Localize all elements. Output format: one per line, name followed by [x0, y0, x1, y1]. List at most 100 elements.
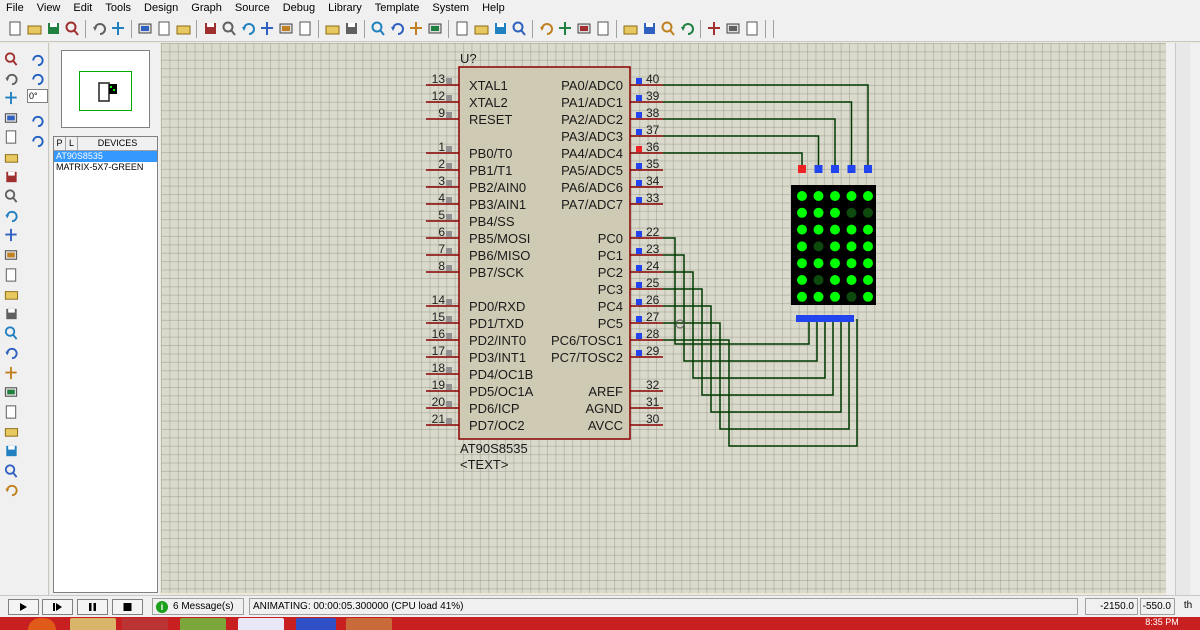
- overview-window[interactable]: [61, 50, 150, 128]
- schematic-editing-window[interactable]: U? AT90S8535 <TEXT> 13 XTAL1 12 XTAL2 9 RESET 1 PB…: [161, 43, 1166, 593]
- print-icon[interactable]: [91, 20, 107, 37]
- remove-sheet-icon[interactable]: [660, 20, 676, 37]
- menu-graph[interactable]: Graph: [185, 2, 229, 14]
- start-button[interactable]: [28, 618, 56, 630]
- pin-number-right: 26: [646, 293, 660, 307]
- voltage-probe-icon[interactable]: [3, 286, 19, 302]
- device-pins-icon[interactable]: [3, 208, 19, 224]
- arc-icon[interactable]: [3, 404, 19, 420]
- path-icon[interactable]: [3, 423, 19, 439]
- block-delete-icon[interactable]: [473, 20, 489, 37]
- mirror-x-icon[interactable]: [29, 113, 45, 129]
- current-probe-icon[interactable]: [3, 306, 19, 322]
- menu-tools[interactable]: Tools: [99, 2, 138, 14]
- menu-library[interactable]: Library: [322, 2, 369, 14]
- selection-mode-icon[interactable]: [3, 51, 19, 67]
- redo-icon[interactable]: [324, 20, 340, 37]
- package-tool-icon[interactable]: [538, 20, 554, 37]
- grid-icon[interactable]: [156, 20, 172, 37]
- step-button[interactable]: [42, 599, 73, 615]
- overview-viewport[interactable]: [79, 71, 132, 111]
- box-icon[interactable]: [3, 365, 19, 381]
- copy-icon[interactable]: [370, 20, 386, 37]
- wire-label-icon[interactable]: [3, 110, 19, 126]
- virtual-instruments-icon[interactable]: [3, 325, 19, 341]
- pan-icon[interactable]: [202, 20, 218, 37]
- taskbar-app-browser[interactable]: [122, 618, 168, 630]
- new-file-icon[interactable]: [7, 20, 23, 37]
- origin-icon[interactable]: [175, 20, 191, 37]
- property-tool-icon[interactable]: [622, 20, 638, 37]
- zoom-out-icon[interactable]: [240, 20, 256, 37]
- make-device-icon[interactable]: [511, 20, 527, 37]
- pick-devices-button[interactable]: P: [54, 137, 66, 150]
- menu-file[interactable]: File: [0, 2, 31, 14]
- open-folder-icon[interactable]: [26, 20, 42, 37]
- refresh-icon[interactable]: [137, 20, 153, 37]
- block-copy-icon[interactable]: [408, 20, 424, 37]
- text-script-icon[interactable]: [3, 129, 19, 145]
- undo-icon[interactable]: [297, 20, 313, 37]
- net-wire-column: [663, 118, 836, 169]
- stop-button[interactable]: [112, 599, 143, 615]
- led-dot: [863, 291, 873, 302]
- play-button[interactable]: [8, 599, 39, 615]
- line-icon[interactable]: [3, 345, 19, 361]
- buses-icon[interactable]: [3, 149, 19, 165]
- junction-dot-icon[interactable]: [3, 90, 19, 106]
- taskbar-app-other[interactable]: [346, 618, 392, 630]
- symbol-icon[interactable]: [3, 463, 19, 479]
- subcircuit-icon[interactable]: [3, 169, 19, 185]
- menu-template[interactable]: Template: [369, 2, 427, 14]
- pick-device-icon[interactable]: [492, 20, 508, 37]
- graph-icon[interactable]: [3, 227, 19, 243]
- text-icon[interactable]: [3, 443, 19, 459]
- save-icon[interactable]: [45, 20, 61, 37]
- taskbar-app-isis[interactable]: [296, 618, 336, 630]
- device-item-at90s8535[interactable]: AT90S8535: [54, 151, 157, 162]
- zoom-in-icon[interactable]: [221, 20, 237, 37]
- circle-icon[interactable]: [3, 384, 19, 400]
- vertical-scrollbar[interactable]: [1175, 43, 1190, 595]
- rotation-angle-field[interactable]: 0°: [27, 89, 48, 103]
- menu-edit[interactable]: Edit: [67, 2, 99, 14]
- rotate-anticlockwise-icon[interactable]: [29, 71, 45, 87]
- terminals-icon[interactable]: [3, 188, 19, 204]
- taskbar-app-folder[interactable]: [70, 618, 116, 630]
- message-panel[interactable]: i 6 Message(s): [152, 598, 244, 615]
- library-manager-button[interactable]: L: [66, 137, 78, 150]
- component-mode-icon[interactable]: [3, 71, 19, 87]
- block-rotate-icon[interactable]: [454, 20, 470, 37]
- tape-recorder-icon[interactable]: [3, 247, 19, 263]
- marker-icon[interactable]: [3, 482, 19, 498]
- import-icon[interactable]: [64, 20, 80, 37]
- netlist-to-ares-icon[interactable]: [744, 20, 760, 37]
- wire-autorouter-icon[interactable]: [576, 20, 592, 37]
- bill-of-materials-icon[interactable]: [706, 20, 722, 37]
- menu-design[interactable]: Design: [138, 2, 185, 14]
- mirror-y-icon[interactable]: [29, 133, 45, 149]
- pause-button[interactable]: [77, 599, 108, 615]
- electrical-rules-icon[interactable]: [725, 20, 741, 37]
- menu-system[interactable]: System: [426, 2, 476, 14]
- cut-icon[interactable]: [343, 20, 359, 37]
- menu-view[interactable]: View: [31, 2, 68, 14]
- new-sheet-icon[interactable]: [641, 20, 657, 37]
- pin-name-left: PD0/RXD: [469, 299, 525, 314]
- block-move-icon[interactable]: [427, 20, 443, 37]
- menu-source[interactable]: Source: [229, 2, 277, 14]
- menu-help[interactable]: Help: [476, 2, 512, 14]
- print-area-icon[interactable]: [110, 20, 126, 37]
- menu-debug[interactable]: Debug: [277, 2, 322, 14]
- paste-icon[interactable]: [389, 20, 405, 37]
- generator-icon[interactable]: [3, 267, 19, 283]
- search-tag-icon[interactable]: [595, 20, 611, 37]
- zoom-all-icon[interactable]: [259, 20, 275, 37]
- exit-to-parent-icon[interactable]: [679, 20, 695, 37]
- taskbar-app-media[interactable]: [180, 618, 226, 630]
- zoom-area-icon[interactable]: [278, 20, 294, 37]
- device-item-matrix-5x7-green[interactable]: MATRIX-5X7-GREEN: [54, 162, 157, 173]
- decompose-icon[interactable]: [557, 20, 573, 37]
- taskbar-app-chrome[interactable]: [238, 618, 284, 630]
- rotate-clockwise-icon[interactable]: [29, 52, 45, 68]
